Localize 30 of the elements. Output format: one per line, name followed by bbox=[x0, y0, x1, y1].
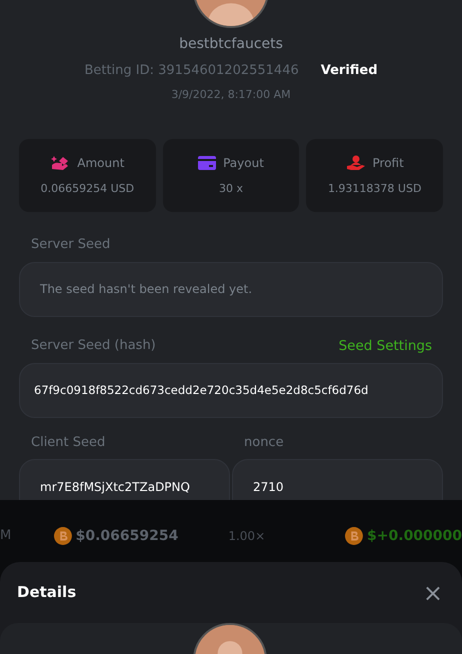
stat-value: 1.93118378 USD bbox=[328, 180, 422, 197]
server-seed-hash-field[interactable]: 67f9c0918f8522cd673cedd2e720c35d4e5e2d8c5cf6d76d bbox=[19, 362, 443, 418]
seed-settings-link[interactable]: Seed Settings bbox=[338, 336, 432, 356]
field-label: Server Seed (hash) bbox=[31, 336, 156, 355]
client-seed-field[interactable]: mr7E8fMSjXtc2TZaDPNQ bbox=[19, 459, 230, 500]
stat-label: Profit bbox=[372, 154, 404, 172]
betting-id: Betting ID: 39154601202551446 bbox=[84, 62, 299, 80]
hand-coins-icon bbox=[50, 154, 70, 171]
bet-profit: $+0.000000 bbox=[367, 526, 462, 546]
stat-label: Payout bbox=[223, 154, 264, 172]
nonce-field[interactable]: 2710 bbox=[232, 459, 443, 500]
status-label: Verified bbox=[320, 62, 378, 80]
credit-card-icon bbox=[198, 156, 216, 170]
field-label: Client Seed bbox=[31, 434, 106, 452]
stat-value: 30 x bbox=[219, 180, 244, 197]
field-label: Server Seed bbox=[31, 236, 112, 254]
bet-amount: $0.06659254 bbox=[76, 526, 178, 546]
username: bestbtcfaucets bbox=[178, 35, 284, 54]
field-label: nonce bbox=[244, 434, 285, 452]
close-button[interactable]: × bbox=[420, 580, 445, 604]
sheet-title: Details bbox=[17, 582, 76, 604]
bet-multiplier: 1.00× bbox=[228, 528, 266, 545]
bitcoin-icon bbox=[54, 526, 72, 546]
stat-value: 0.06659254 USD bbox=[40, 180, 134, 197]
stat-label: Amount bbox=[77, 154, 124, 172]
person-hand-icon bbox=[346, 154, 366, 171]
server-seed-field: The seed hasn't been revealed yet. bbox=[19, 262, 443, 316]
bet-time: M bbox=[0, 527, 12, 546]
bitcoin-icon bbox=[345, 526, 364, 546]
bet-date: 3/9/2022, 8:17:00 AM bbox=[170, 86, 292, 102]
